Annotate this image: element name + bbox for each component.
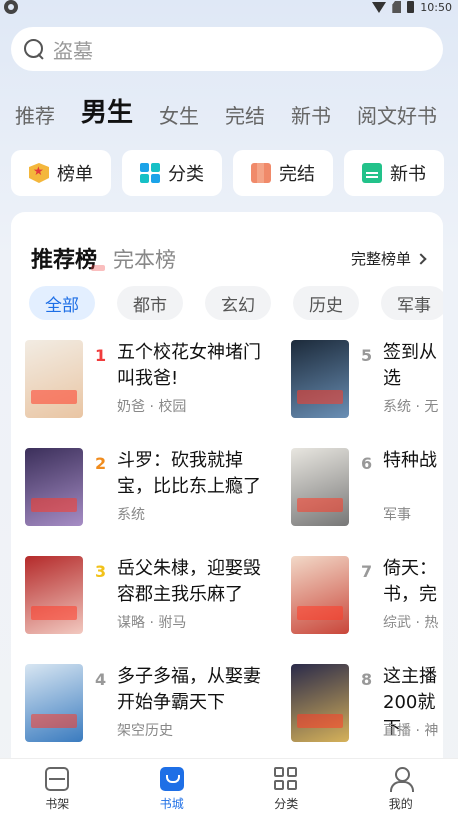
- battery-icon: [407, 1, 415, 13]
- status-time: 10:50: [420, 0, 452, 14]
- tab-finished[interactable]: 完结: [225, 102, 265, 130]
- shortcut-finished[interactable]: 完结: [233, 150, 333, 196]
- tab-recommend[interactable]: 推荐: [15, 102, 55, 130]
- bookstore-icon: [159, 767, 184, 791]
- book-title: 五个校花女神堵门叫我爸!: [117, 342, 261, 389]
- tab-female[interactable]: 女生: [159, 102, 199, 130]
- book-title: 签到从选: [383, 342, 437, 389]
- shortcut-label: 新书: [390, 164, 426, 185]
- sim-icon: [392, 1, 402, 13]
- book-cover: [291, 556, 349, 634]
- search-placeholder: 盗墓: [53, 38, 93, 63]
- rank-number: 1: [95, 346, 107, 365]
- top-channel-tabs: 推荐 男生 女生 完结 新书 阅文好书: [15, 90, 458, 130]
- genre-filter: 全部 都市 玄幻 历史 军事: [29, 286, 443, 320]
- chevron-right-icon: [415, 252, 427, 265]
- book-tags: 奶爸 · 校园: [117, 399, 187, 415]
- book-item[interactable]: 1 五个校花女神堵门叫我爸! 奶爸 · 校园: [25, 340, 261, 422]
- shortcut-new-books[interactable]: 新书: [344, 150, 444, 196]
- book-item[interactable]: 8 这主播200就下 直播 · 神: [291, 664, 443, 746]
- rank-number: 2: [95, 454, 107, 473]
- book-title: 岳父朱棣，迎娶毁容郡主我乐麻了: [117, 558, 261, 605]
- search-bar[interactable]: 盗墓: [11, 27, 443, 71]
- book-title: 斗罗：砍我就掉宝，比比东上瘾了: [117, 450, 261, 497]
- rank-number: 7: [361, 562, 373, 581]
- nav-label: 书架: [45, 797, 70, 811]
- book-item[interactable]: 3 岳父朱棣，迎娶毁容郡主我乐麻了 谋略 · 驸马: [25, 556, 261, 638]
- book-item[interactable]: 7 倚天：书，完 综武 · 热: [291, 556, 443, 638]
- profile-icon: [389, 767, 414, 792]
- book-title: 特种战: [383, 450, 437, 471]
- book-cover: [25, 340, 83, 418]
- nav-bookshelf[interactable]: 书架: [0, 759, 115, 820]
- shortcut-ranking[interactable]: 榜单: [11, 150, 111, 196]
- search-icon: [23, 38, 45, 60]
- book-tags: 谋略 · 驸马: [117, 615, 187, 631]
- shortcut-row: 榜单 分类 完结 新书: [11, 150, 444, 196]
- rank-number: 8: [361, 670, 373, 689]
- shortcut-label: 分类: [168, 164, 204, 185]
- wifi-icon: [372, 1, 387, 13]
- new-book-icon: [362, 163, 382, 183]
- book-cover: [291, 340, 349, 418]
- ranking-icon: [29, 163, 49, 183]
- app-notification-icon: [4, 0, 18, 14]
- full-ranking-label: 完整榜单: [350, 250, 411, 268]
- shortcut-category[interactable]: 分类: [122, 150, 222, 196]
- book-item[interactable]: 4 多子多福，从娶妻开始争霸天下 架空历史: [25, 664, 261, 746]
- nav-category[interactable]: 分类: [229, 759, 344, 820]
- tab-new-books[interactable]: 新书: [291, 102, 331, 130]
- rank-number: 3: [95, 562, 107, 581]
- tab-recommend-ranking[interactable]: 推荐榜: [31, 242, 106, 274]
- book-title: 倚天：书，完: [383, 558, 437, 605]
- genre-military[interactable]: 军事: [381, 286, 443, 320]
- book-tags: 直播 · 神: [383, 723, 439, 739]
- book-cover: [25, 448, 83, 526]
- book-cover: [291, 664, 349, 742]
- finished-books-icon: [251, 163, 271, 183]
- ranking-card: 推荐榜 完本榜 完整榜单 全部 都市 玄幻 历史 军事 1 五个校花女神堵门叫我…: [11, 212, 443, 772]
- tab-male[interactable]: 男生: [81, 96, 133, 130]
- genre-history[interactable]: 历史: [293, 286, 359, 320]
- book-item[interactable]: 6 特种战 军事: [291, 448, 443, 530]
- book-tags: 综武 · 热: [383, 615, 439, 631]
- genre-all[interactable]: 全部: [29, 286, 95, 320]
- nav-label: 书城: [159, 797, 184, 811]
- rank-number: 6: [361, 454, 373, 473]
- book-tags: 军事: [383, 507, 411, 523]
- book-title: 多子多福，从娶妻开始争霸天下: [117, 666, 261, 713]
- shortcut-label: 完结: [279, 164, 315, 185]
- book-tags: 系统 · 无: [383, 399, 439, 415]
- rank-number: 5: [361, 346, 373, 365]
- tab-yuewen-good-books[interactable]: 阅文好书: [357, 102, 437, 130]
- nav-bookstore[interactable]: 书城: [115, 759, 230, 820]
- book-cover: [25, 664, 83, 742]
- nav-label: 分类: [274, 797, 299, 811]
- category-grid-icon: [274, 767, 298, 791]
- category-icon: [140, 163, 160, 183]
- bottom-navigation: 书架 书城 分类 我的: [0, 758, 458, 820]
- book-cover: [25, 556, 83, 634]
- book-tags: 系统: [117, 507, 145, 523]
- nav-label: 我的: [388, 797, 413, 811]
- shortcut-label: 榜单: [57, 164, 93, 185]
- book-item[interactable]: 5 签到从选 系统 · 无: [291, 340, 443, 422]
- bookshelf-icon: [45, 767, 70, 791]
- full-ranking-link[interactable]: 完整榜单: [350, 248, 427, 269]
- status-bar: 10:50: [0, 0, 458, 14]
- nav-profile[interactable]: 我的: [344, 759, 458, 820]
- book-cover: [291, 448, 349, 526]
- book-item[interactable]: 2 斗罗：砍我就掉宝，比比东上瘾了 系统: [25, 448, 261, 530]
- genre-fantasy[interactable]: 玄幻: [205, 286, 271, 320]
- book-tags: 架空历史: [117, 723, 173, 739]
- tab-finished-ranking[interactable]: 完本榜: [113, 244, 176, 274]
- rank-number: 4: [95, 670, 107, 689]
- genre-urban[interactable]: 都市: [117, 286, 183, 320]
